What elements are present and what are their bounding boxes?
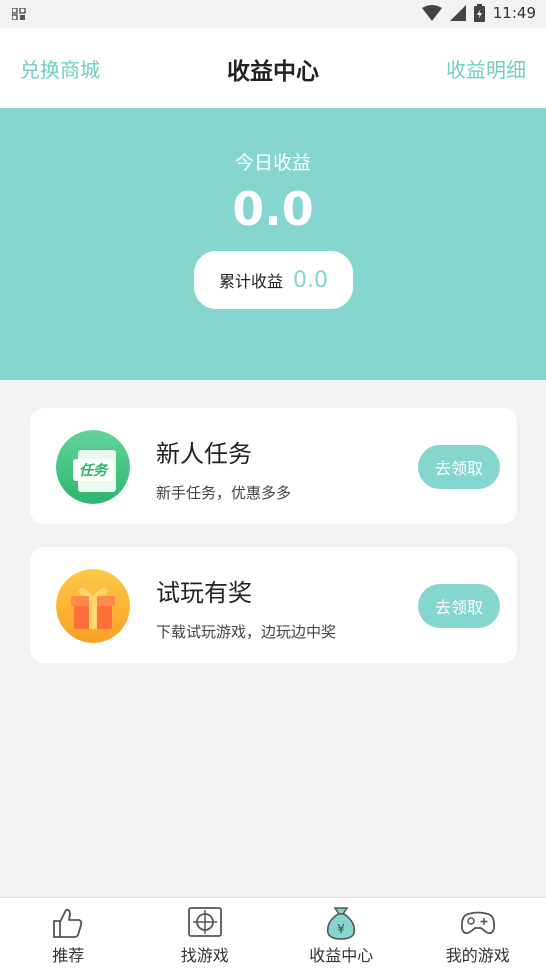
- status-time: 11:49: [492, 4, 536, 22]
- task-title: 新人任务: [156, 440, 252, 468]
- tab-earnings-center[interactable]: ¥ 收益中心: [273, 898, 410, 970]
- tab-label: 我的游戏: [445, 946, 510, 965]
- task-card-trial[interactable]: 试玩有奖 下载试玩游戏，边玩边中奖 去领取: [30, 547, 517, 663]
- wifi-icon: [421, 5, 442, 21]
- claim-button[interactable]: 去领取: [418, 584, 500, 628]
- svg-text:¥: ¥: [337, 922, 345, 936]
- today-earnings-label: 今日收益: [234, 152, 311, 174]
- notification-icon: [12, 8, 26, 20]
- gift-icon: [56, 569, 130, 643]
- total-earnings-pill: 累计收益 0.0: [194, 251, 353, 309]
- tab-label: 收益中心: [309, 946, 374, 965]
- signal-icon: [449, 5, 466, 21]
- tab-recommend[interactable]: 推荐: [0, 898, 137, 970]
- tab-label: 找游戏: [180, 946, 229, 965]
- thumbs-up-icon: [53, 908, 83, 938]
- task-card-newbie[interactable]: 任务 新人任务 新手任务，优惠多多 去领取: [30, 408, 517, 524]
- money-bag-icon: ¥: [327, 907, 356, 940]
- bottom-tab-bar: 推荐 找游戏 ¥ 收益中心 我的游戏: [0, 897, 546, 970]
- claim-button[interactable]: 去领取: [418, 445, 500, 489]
- total-earnings-value: 0.0: [293, 267, 328, 293]
- tab-label: 推荐: [52, 946, 85, 965]
- task-subtitle: 新手任务，优惠多多: [156, 484, 292, 502]
- tab-my-games[interactable]: 我的游戏: [410, 898, 546, 970]
- task-icon: 任务: [56, 430, 130, 504]
- total-earnings-label: 累计收益: [218, 272, 283, 291]
- task-title: 试玩有奖: [156, 579, 252, 607]
- earnings-banner: 今日收益 0.0 累计收益 0.0: [0, 108, 546, 380]
- status-bar: 11:49: [0, 0, 546, 28]
- task-subtitle: 下载试玩游戏，边玩边中奖: [156, 623, 337, 641]
- header: 兑换商城 收益中心 收益明细: [0, 28, 546, 108]
- earnings-detail-link[interactable]: 收益明细: [446, 54, 526, 83]
- task-icon-text: 任务: [79, 462, 109, 479]
- battery-icon: [473, 4, 485, 22]
- tab-find-games[interactable]: 找游戏: [137, 898, 274, 970]
- today-earnings-value: 0.0: [232, 182, 314, 236]
- target-icon: [187, 907, 222, 937]
- gamepad-icon: [460, 911, 495, 935]
